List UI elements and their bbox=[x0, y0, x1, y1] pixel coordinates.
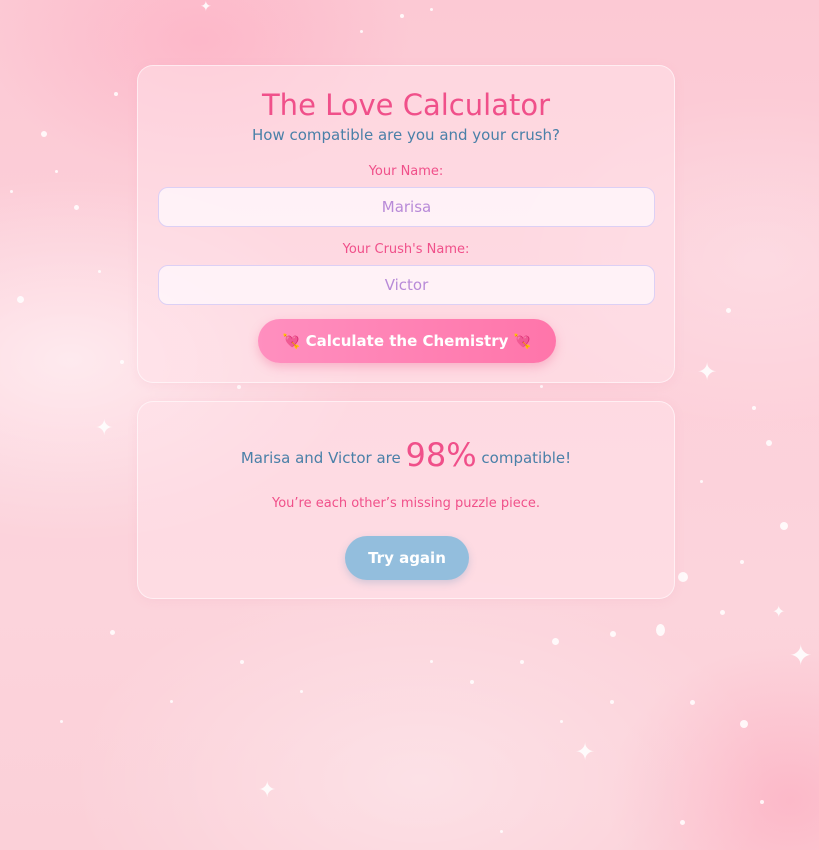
result-name-two: Victor bbox=[328, 449, 372, 467]
page-title: The Love Calculator bbox=[261, 88, 551, 122]
calculate-button-label: Calculate the Chemistry bbox=[305, 332, 509, 350]
calculate-button[interactable]: 💘 Calculate the Chemistry 💘 bbox=[258, 319, 556, 363]
crush-name-label: Your Crush's Name: bbox=[342, 242, 470, 257]
heart-arrow-icon: 💘 bbox=[513, 334, 532, 350]
result-summary: Marisa and Victor are 98% compatible! bbox=[138, 436, 674, 474]
compatibility-percentage: 98% bbox=[405, 436, 477, 474]
result-suffix: compatible! bbox=[481, 449, 572, 467]
calculator-form-card: The Love Calculator How compatible are y… bbox=[137, 65, 675, 383]
heart-arrow-icon: 💘 bbox=[282, 334, 301, 350]
result-are-text: are bbox=[376, 449, 401, 467]
your-name-input[interactable] bbox=[158, 187, 655, 227]
result-connector: and bbox=[295, 449, 324, 467]
crush-name-input[interactable] bbox=[158, 265, 655, 305]
your-name-label: Your Name: bbox=[368, 164, 444, 179]
try-again-button[interactable]: Try again bbox=[345, 536, 469, 580]
result-message: You’re each other’s missing puzzle piece… bbox=[272, 496, 540, 511]
result-name-one: Marisa bbox=[240, 449, 291, 467]
page-subtitle: How compatible are you and your crush? bbox=[251, 126, 561, 144]
result-card: Marisa and Victor are 98% compatible! Yo… bbox=[137, 401, 675, 599]
